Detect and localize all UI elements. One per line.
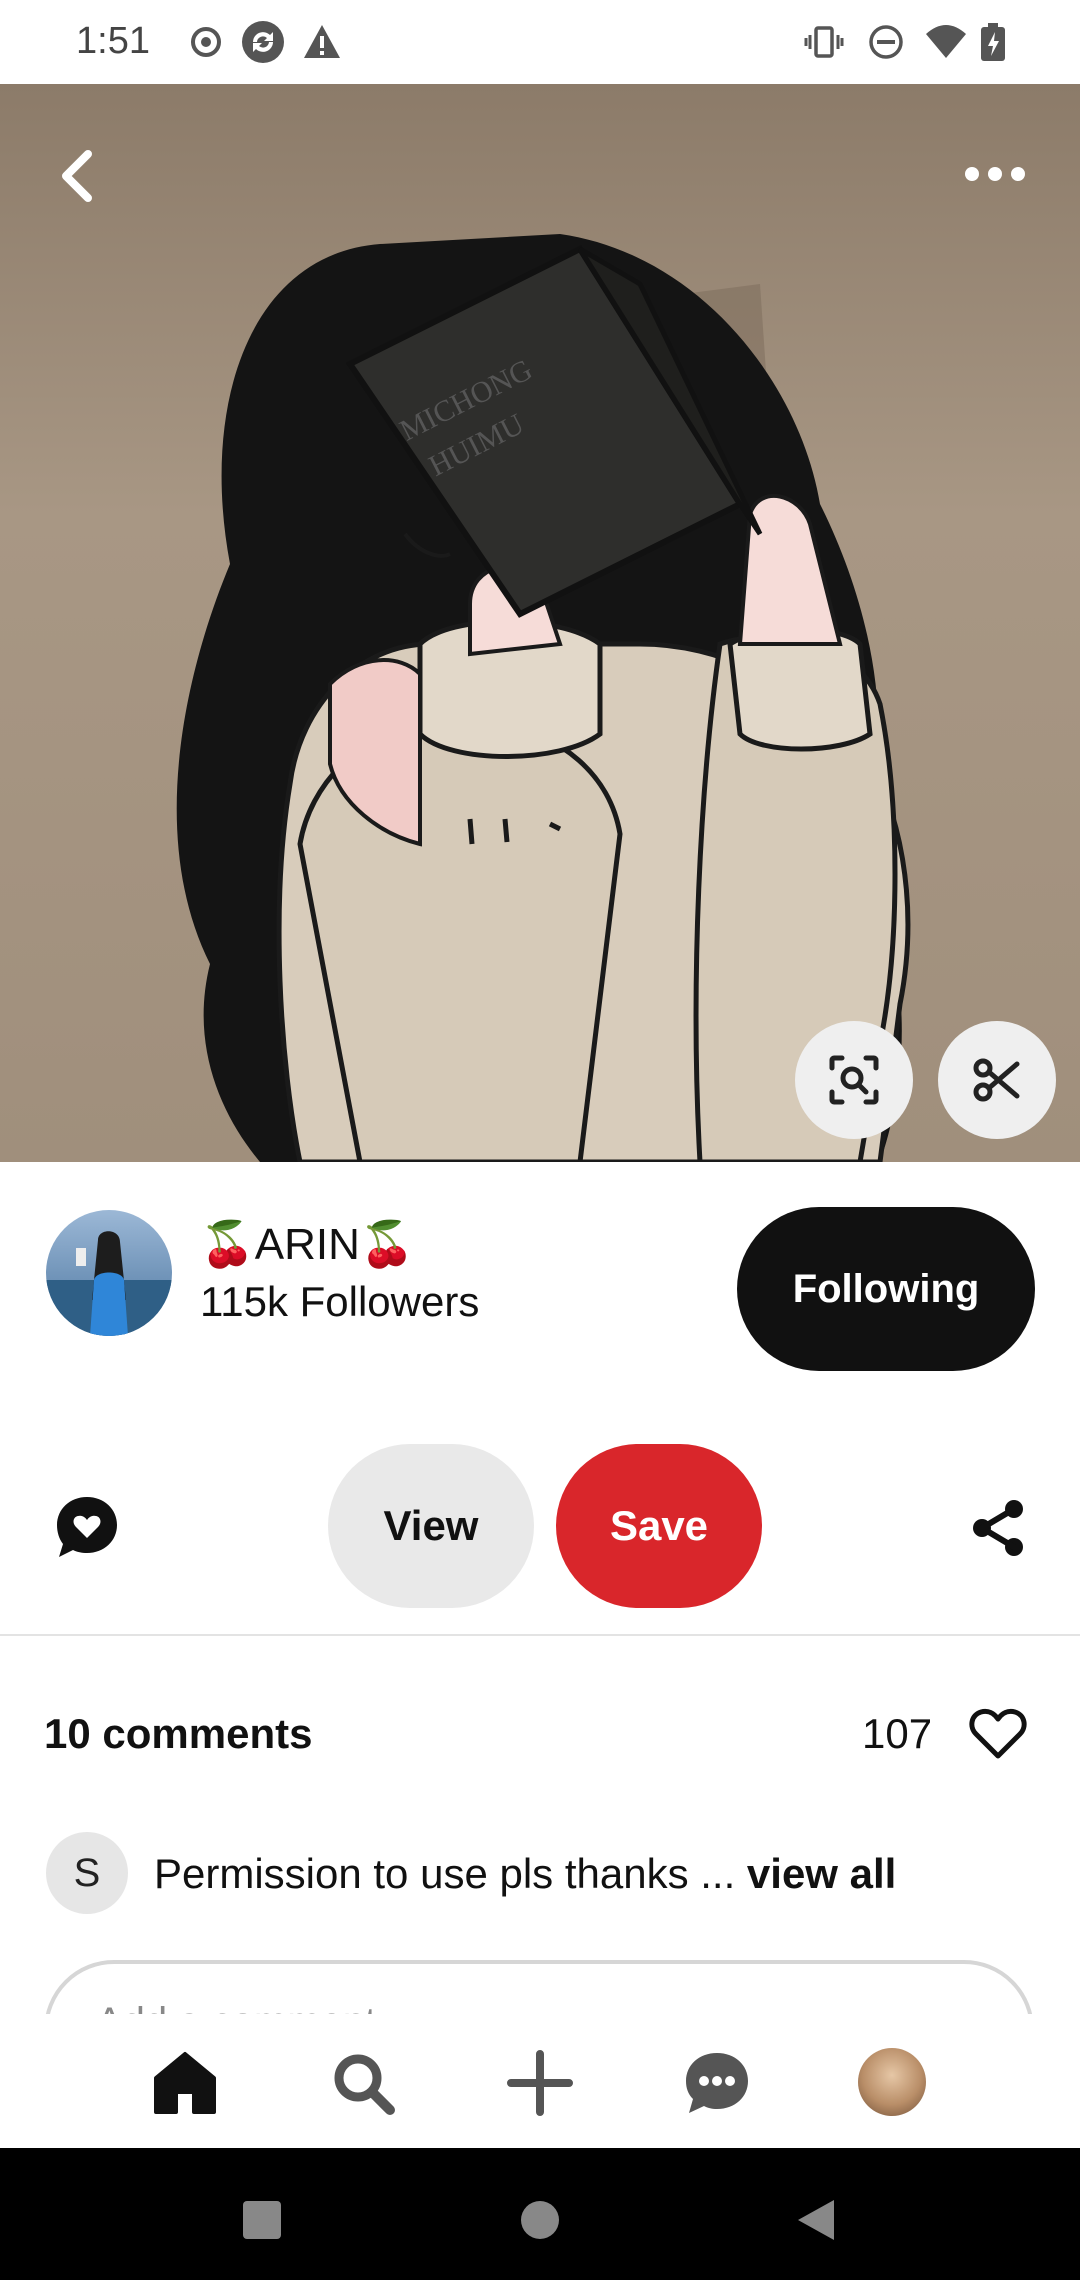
heart-icon[interactable] bbox=[968, 1704, 1028, 1764]
comment-icon[interactable] bbox=[54, 1494, 120, 1560]
follower-count: 115k Followers bbox=[200, 1278, 480, 1325]
create-icon[interactable] bbox=[505, 2048, 575, 2118]
section-divider bbox=[0, 1634, 1080, 1636]
view-all-link[interactable]: view all bbox=[747, 1850, 896, 1897]
status-bar: 1:51 bbox=[0, 0, 1080, 84]
pin-illustration: MICHONG HUIMU bbox=[176, 234, 911, 1162]
battery-icon bbox=[981, 23, 1005, 61]
save-button[interactable]: Save bbox=[556, 1444, 762, 1608]
comments-count[interactable]: 10 comments bbox=[44, 1710, 312, 1758]
comment-preview-text: Permission to use pls thanks ... bbox=[154, 1850, 747, 1897]
bottom-nav bbox=[0, 2014, 1080, 2148]
status-time: 1:51 bbox=[76, 20, 150, 62]
search-icon[interactable] bbox=[328, 2048, 398, 2118]
sync-icon bbox=[242, 21, 284, 63]
profile-avatar[interactable] bbox=[858, 2048, 926, 2116]
creator-name[interactable]: 🍒ARIN🍒 bbox=[200, 1218, 415, 1270]
view-button[interactable]: View bbox=[328, 1444, 534, 1608]
vibrate-icon bbox=[804, 26, 844, 58]
back-system-icon[interactable] bbox=[796, 2198, 836, 2242]
wifi-icon bbox=[926, 25, 966, 58]
cutout-button[interactable] bbox=[938, 1021, 1056, 1139]
home-system-icon[interactable] bbox=[520, 2200, 560, 2240]
do-not-disturb-icon bbox=[869, 25, 903, 59]
likes-count: 107 bbox=[862, 1710, 933, 1757]
system-nav-bar bbox=[0, 2148, 1080, 2280]
comment-preview[interactable]: Permission to use pls thanks ... view al… bbox=[154, 1850, 896, 1898]
following-button[interactable]: Following bbox=[737, 1207, 1035, 1371]
creator-avatar[interactable] bbox=[46, 1210, 172, 1336]
messages-icon[interactable] bbox=[682, 2048, 752, 2118]
recents-icon[interactable] bbox=[242, 2200, 282, 2240]
warning-icon bbox=[304, 25, 340, 58]
share-icon[interactable] bbox=[968, 1498, 1028, 1558]
visual-search-button[interactable] bbox=[795, 1021, 913, 1139]
more-icon[interactable] bbox=[960, 154, 1030, 194]
creator-avatar-image bbox=[46, 1231, 172, 1336]
back-icon[interactable] bbox=[48, 144, 112, 208]
scissors-icon bbox=[973, 1058, 1020, 1102]
home-icon[interactable] bbox=[150, 2048, 220, 2118]
visual-search-icon bbox=[829, 1055, 879, 1105]
pin-image[interactable]: MICHONG HUIMU bbox=[0, 84, 1080, 1162]
commenter-avatar[interactable]: S bbox=[46, 1832, 128, 1914]
record-icon bbox=[191, 27, 221, 57]
